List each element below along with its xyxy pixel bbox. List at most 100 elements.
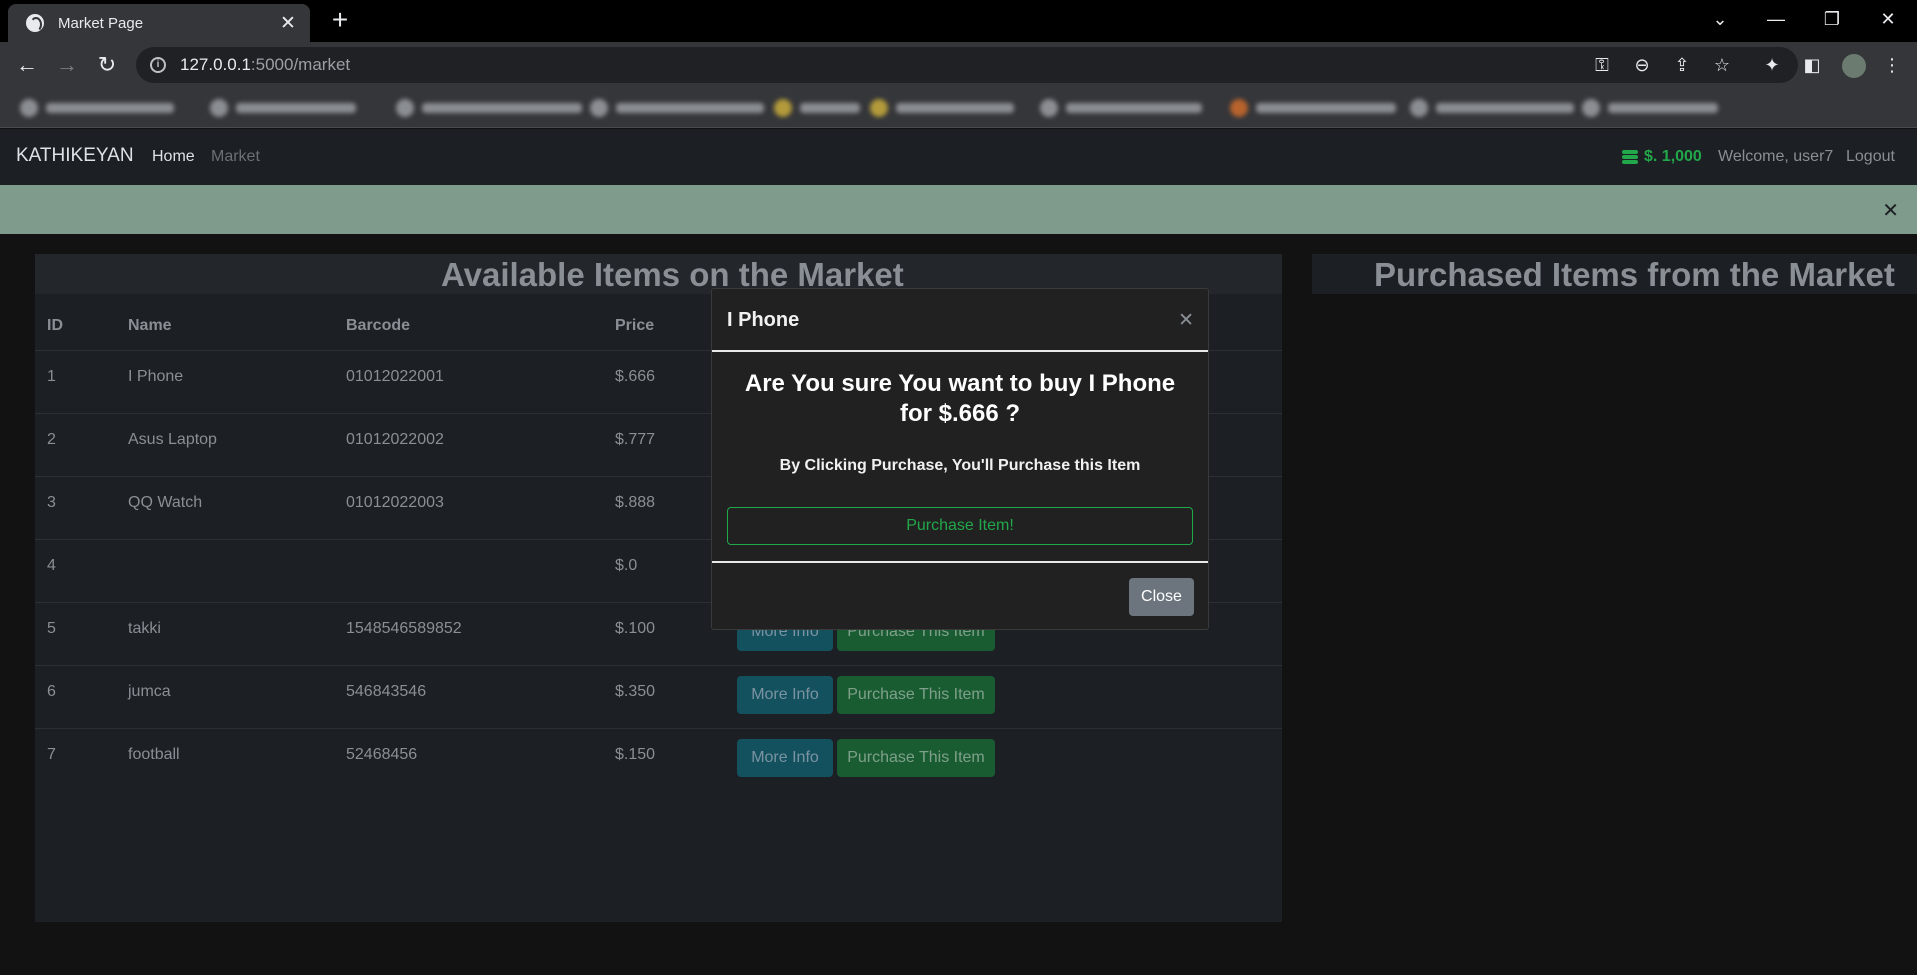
back-icon[interactable]: ← bbox=[12, 50, 42, 80]
site-navbar: KATHIKEYAN Home Market $. 1,000 Welcome,… bbox=[0, 129, 1917, 185]
bookmark-item[interactable] bbox=[1582, 98, 1718, 118]
modal-divider bbox=[712, 350, 1208, 352]
restore-icon[interactable]: ❐ bbox=[1804, 0, 1860, 38]
cell-barcode: 01012022003 bbox=[346, 494, 444, 511]
purchased-heading: Purchased Items from the Market bbox=[1312, 254, 1917, 294]
bookmark-item[interactable] bbox=[774, 98, 860, 118]
bookmark-favicon-icon bbox=[20, 99, 38, 117]
modal-title: I Phone bbox=[727, 309, 800, 331]
purchase-item-button[interactable]: Purchase This Item bbox=[837, 676, 995, 714]
cell-id: 7 bbox=[47, 746, 56, 763]
column-header-name: Name bbox=[128, 317, 172, 334]
cell-barcode: 52468456 bbox=[346, 746, 418, 763]
bookmark-item[interactable] bbox=[1230, 98, 1396, 118]
cell-name: Asus Laptop bbox=[128, 431, 217, 448]
market-page: KATHIKEYAN Home Market $. 1,000 Welcome,… bbox=[0, 129, 1917, 975]
bookmark-item[interactable] bbox=[1040, 98, 1202, 118]
bookmark-item[interactable] bbox=[1410, 98, 1574, 118]
bookmark-item[interactable] bbox=[210, 98, 356, 118]
extensions-icon[interactable]: ✦ bbox=[1758, 50, 1786, 80]
side-panel-icon[interactable]: ◧ bbox=[1798, 50, 1826, 80]
new-tab-icon[interactable]: + bbox=[325, 5, 355, 35]
nav-link-market[interactable]: Market bbox=[211, 148, 260, 166]
cell-barcode: 546843546 bbox=[346, 683, 427, 700]
purchase-item-button[interactable]: Purchase This Item bbox=[837, 739, 995, 777]
bookmark-item[interactable] bbox=[590, 98, 764, 118]
more-info-button[interactable]: More Info bbox=[737, 739, 833, 777]
tab-close-icon[interactable]: ✕ bbox=[278, 12, 298, 35]
modal-question: Are You sure You want to buy I Phone for… bbox=[744, 370, 1176, 427]
bookmark-item[interactable] bbox=[20, 98, 174, 118]
cell-price: $.0 bbox=[615, 557, 638, 574]
modal-close-button[interactable]: Close bbox=[1129, 578, 1194, 616]
purchased-heading-text: Purchased Items from the Market bbox=[1374, 256, 1895, 293]
modal-note: By Clicking Purchase, You'll Purchase th… bbox=[779, 457, 1141, 474]
cell-barcode: 1548546589852 bbox=[346, 620, 462, 637]
share-icon[interactable]: ⇪ bbox=[1668, 50, 1696, 80]
flash-alert: ✕ bbox=[0, 185, 1917, 234]
coins-icon bbox=[1622, 150, 1638, 164]
bookmark-favicon-icon bbox=[1040, 99, 1058, 117]
cell-name: QQ Watch bbox=[128, 494, 203, 511]
cell-price: $.777 bbox=[615, 431, 656, 448]
tab-search-icon[interactable]: ⌄ bbox=[1692, 0, 1748, 38]
cell-id: 3 bbox=[47, 494, 56, 511]
bookmark-favicon-icon bbox=[774, 99, 792, 117]
globe-icon bbox=[26, 14, 44, 32]
minimize-icon[interactable]: — bbox=[1748, 0, 1804, 38]
cell-id: 2 bbox=[47, 431, 56, 448]
cell-name: takki bbox=[128, 620, 161, 637]
column-header-barcode: Barcode bbox=[346, 317, 411, 334]
cell-price: $.100 bbox=[615, 620, 656, 637]
column-header-id: ID bbox=[47, 317, 63, 334]
bookmark-favicon-icon bbox=[1230, 99, 1248, 117]
modal-divider bbox=[712, 561, 1208, 563]
modal-close-icon[interactable]: ✕ bbox=[1178, 309, 1194, 332]
alert-close-icon[interactable]: ✕ bbox=[1882, 198, 1899, 223]
url-path: :5000/market bbox=[250, 55, 351, 74]
table-divider bbox=[35, 728, 1282, 729]
cell-name: jumca bbox=[128, 683, 171, 700]
logout-link[interactable]: Logout bbox=[1846, 148, 1895, 166]
bookmark-item[interactable] bbox=[396, 98, 582, 118]
zoom-icon[interactable]: ⊖ bbox=[1628, 50, 1656, 80]
browser-toolbar: ← → ↻ i 127.0.0.1:5000/market ⚿ ⊖ ⇪ ☆ ✦ … bbox=[0, 42, 1917, 88]
cell-id: 6 bbox=[47, 683, 56, 700]
browser-tabstrip: Market Page ✕ + ⌄ — ❐ ✕ bbox=[0, 0, 1917, 42]
bookmark-favicon-icon bbox=[396, 99, 414, 117]
address-bar[interactable]: i 127.0.0.1:5000/market bbox=[136, 47, 1798, 83]
browser-menu-icon[interactable]: ⋮ bbox=[1878, 50, 1906, 80]
bookmark-favicon-icon bbox=[870, 99, 888, 117]
cell-price: $.888 bbox=[615, 494, 656, 511]
reload-icon[interactable]: ↻ bbox=[92, 50, 122, 80]
key-icon[interactable]: ⚿ bbox=[1588, 50, 1616, 80]
forward-icon[interactable]: → bbox=[52, 50, 82, 80]
purchase-confirm-button[interactable]: Purchase Item! bbox=[727, 507, 1193, 545]
tab-title: Market Page bbox=[58, 14, 144, 32]
brand-logo[interactable]: KATHIKEYAN bbox=[16, 145, 134, 167]
window-close-icon[interactable]: ✕ bbox=[1860, 0, 1916, 38]
profile-avatar-icon[interactable] bbox=[1840, 50, 1868, 80]
cell-price: $.150 bbox=[615, 746, 656, 763]
cell-barcode: 01012022001 bbox=[346, 368, 444, 385]
nav-link-home[interactable]: Home bbox=[152, 148, 195, 166]
cell-price: $.350 bbox=[615, 683, 656, 700]
welcome-text[interactable]: Welcome, user7 bbox=[1718, 148, 1833, 166]
budget-amount: $. 1,000 bbox=[1644, 148, 1702, 165]
budget-display: $. 1,000 bbox=[1622, 148, 1702, 166]
browser-tab[interactable]: Market Page ✕ bbox=[8, 4, 310, 42]
bookmark-favicon-icon bbox=[1582, 99, 1600, 117]
site-info-icon[interactable]: i bbox=[150, 57, 166, 73]
bookmark-item[interactable] bbox=[870, 98, 1014, 118]
cell-id: 1 bbox=[47, 368, 56, 385]
table-divider bbox=[35, 665, 1282, 666]
cell-id: 4 bbox=[47, 557, 56, 574]
bookmark-favicon-icon bbox=[1410, 99, 1428, 117]
cell-price: $.666 bbox=[615, 368, 656, 385]
purchase-confirm-modal: I Phone ✕ Are You sure You want to buy I… bbox=[711, 288, 1209, 630]
url-host: 127.0.0.1 bbox=[180, 55, 251, 74]
bookmarks-bar bbox=[0, 88, 1917, 128]
more-info-button[interactable]: More Info bbox=[737, 676, 833, 714]
bookmark-star-icon[interactable]: ☆ bbox=[1708, 50, 1736, 80]
cell-name: I Phone bbox=[128, 368, 184, 385]
